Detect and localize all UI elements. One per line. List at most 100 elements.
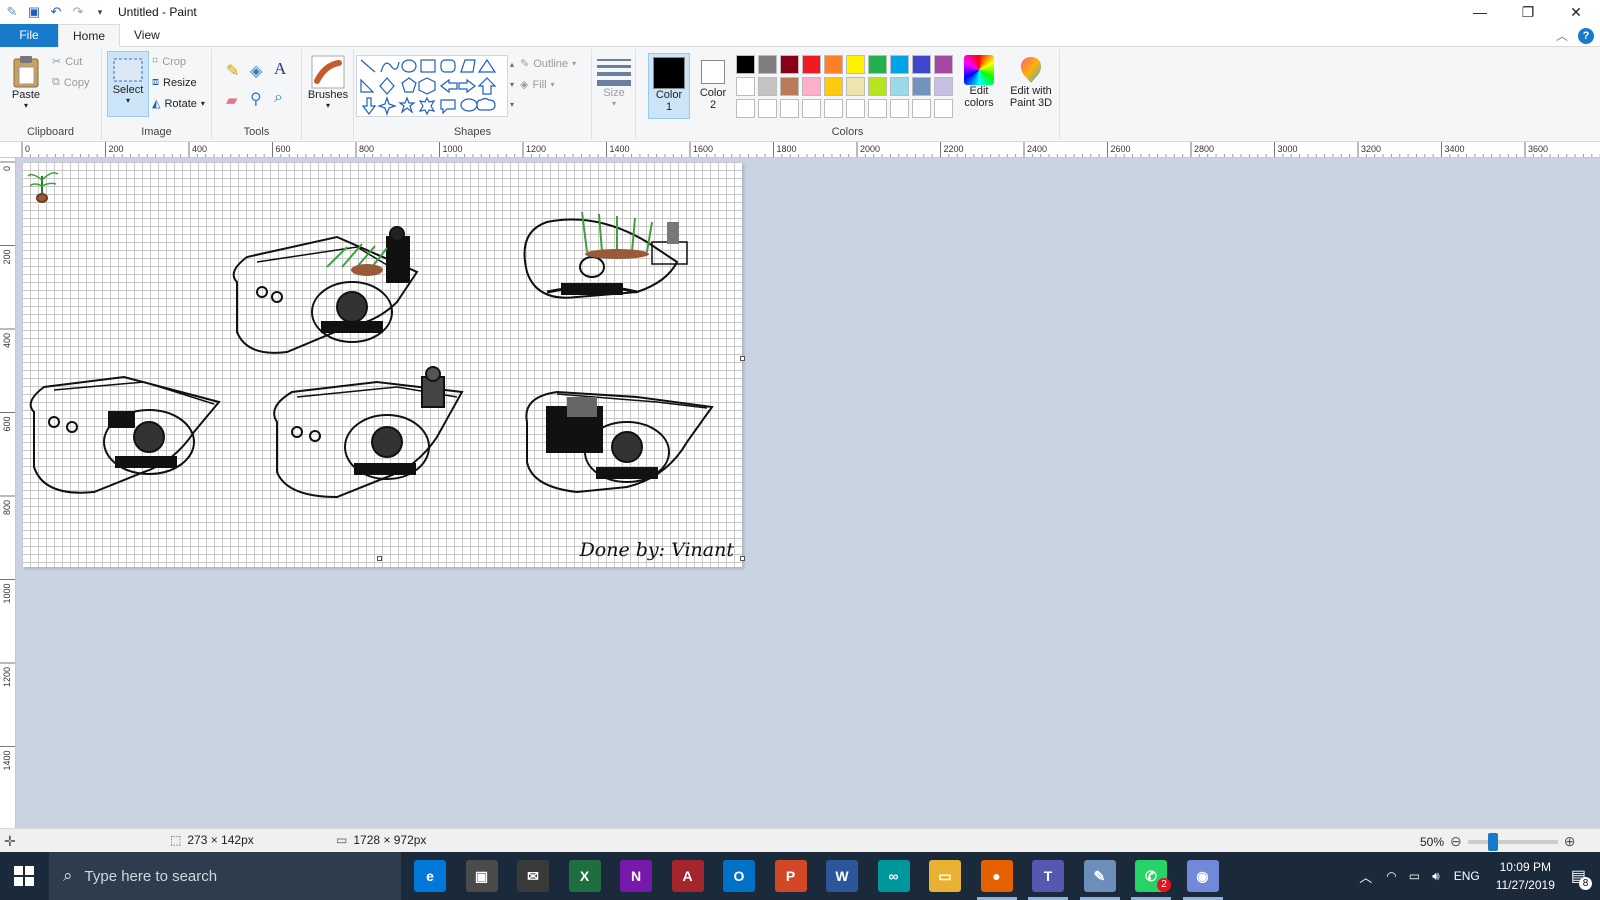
- palette-color-swatch[interactable]: [890, 77, 909, 96]
- edit-colors-button[interactable]: Edit colors: [958, 55, 1000, 109]
- palette-color-swatch[interactable]: [758, 77, 777, 96]
- tab-file[interactable]: File: [0, 24, 58, 47]
- pencil-icon[interactable]: ✎: [226, 61, 239, 81]
- color-picker-icon[interactable]: ⚲: [250, 89, 262, 109]
- taskbar-firefox-icon[interactable]: ●: [980, 860, 1013, 892]
- palette-color-swatch[interactable]: [736, 55, 755, 74]
- palette-color-swatch[interactable]: [780, 77, 799, 96]
- color1-button[interactable]: Color 1: [648, 53, 690, 119]
- taskbar-outlook-icon[interactable]: O: [723, 860, 755, 892]
- network-icon[interactable]: ◠: [1386, 869, 1396, 883]
- close-button[interactable]: ✕: [1552, 0, 1600, 24]
- show-hidden-icons[interactable]: ︿: [1359, 867, 1372, 886]
- palette-color-swatch[interactable]: [890, 99, 909, 118]
- palette-color-swatch[interactable]: [758, 55, 777, 74]
- palette-color-swatch[interactable]: [846, 55, 865, 74]
- resize-handle-bottom[interactable]: [377, 556, 382, 561]
- zoom-slider-thumb[interactable]: [1487, 832, 1498, 851]
- text-tool-icon[interactable]: A: [274, 59, 286, 79]
- save-icon[interactable]: ▣: [26, 4, 42, 20]
- select-button[interactable]: Select ▾: [107, 51, 149, 117]
- taskbar-access-icon[interactable]: A: [671, 860, 704, 892]
- palette-color-swatch[interactable]: [758, 99, 777, 118]
- palette-color-swatch[interactable]: [824, 99, 843, 118]
- palette-color-swatch[interactable]: [846, 77, 865, 96]
- palette-color-swatch[interactable]: [912, 55, 931, 74]
- zoom-out-icon[interactable]: ⊖: [1450, 833, 1462, 850]
- restore-button[interactable]: ❐: [1504, 0, 1552, 24]
- customize-quick-access-icon[interactable]: ▾: [92, 4, 108, 20]
- zoom-slider[interactable]: [1467, 832, 1558, 851]
- palette-color-swatch[interactable]: [780, 55, 799, 74]
- color2-button[interactable]: Color 2: [694, 57, 732, 111]
- taskbar-excel-icon[interactable]: X: [568, 860, 601, 892]
- ruler-label: 3400: [1445, 144, 1465, 154]
- palette-color-swatch[interactable]: [912, 99, 931, 118]
- paste-button[interactable]: Paste ▾: [8, 55, 44, 110]
- palette-color-swatch[interactable]: [736, 77, 755, 96]
- palette-color-swatch[interactable]: [890, 55, 909, 74]
- palette-color-swatch[interactable]: [802, 99, 821, 118]
- palette-color-swatch[interactable]: [934, 99, 953, 118]
- zoom-in-icon[interactable]: ⊕: [1564, 833, 1576, 850]
- taskbar-word-icon[interactable]: W: [826, 860, 858, 892]
- language-indicator[interactable]: ENG: [1454, 869, 1480, 883]
- taskbar-store-icon[interactable]: ▣: [465, 860, 498, 892]
- taskbar-onenote-icon[interactable]: N: [620, 860, 652, 892]
- palette-color-swatch[interactable]: [868, 77, 887, 96]
- minimize-button[interactable]: —: [1456, 0, 1504, 24]
- help-icon[interactable]: ?: [1578, 27, 1594, 44]
- cut-button[interactable]: ✂ Cut: [52, 55, 82, 69]
- crop-button[interactable]: ⌗ Crop: [152, 55, 186, 68]
- rotate-button[interactable]: ◭ Rotate ▾: [152, 97, 205, 111]
- palette-color-swatch[interactable]: [736, 99, 755, 118]
- palette-color-swatch[interactable]: [846, 99, 865, 118]
- palette-color-swatch[interactable]: [934, 55, 953, 74]
- taskbar-explorer-icon[interactable]: ▭: [929, 860, 961, 892]
- brushes-button[interactable]: Brushes ▾: [306, 55, 350, 110]
- palette-color-swatch[interactable]: [868, 99, 887, 118]
- shapes-gallery[interactable]: [356, 55, 508, 117]
- palette-color-swatch[interactable]: [868, 55, 887, 74]
- start-button[interactable]: [14, 866, 34, 889]
- taskbar-powerpoint-icon[interactable]: P: [774, 860, 807, 892]
- tab-home[interactable]: Home: [58, 24, 121, 47]
- magnifier-icon[interactable]: ⌕: [274, 89, 283, 107]
- fill-button[interactable]: ◈ Fill ▾: [520, 78, 555, 92]
- shapes-scroll[interactable]: ▴ ▾ ▾: [510, 55, 520, 117]
- tab-view[interactable]: View: [120, 24, 174, 47]
- outline-button[interactable]: ✎ Outline ▾: [520, 57, 576, 71]
- taskbar-search[interactable]: ⌕ Type here to search: [49, 852, 401, 900]
- palette-color-swatch[interactable]: [824, 55, 843, 74]
- resize-handle-corner[interactable]: [740, 556, 745, 561]
- taskbar-edge-icon[interactable]: e: [414, 860, 446, 892]
- size-button[interactable]: Size ▾: [596, 57, 632, 108]
- taskbar-arduino-icon[interactable]: ∞: [877, 860, 910, 892]
- undo-icon[interactable]: ↶: [48, 4, 64, 20]
- palette-color-swatch[interactable]: [802, 77, 821, 96]
- taskbar-discord-icon[interactable]: ◉: [1186, 860, 1219, 892]
- palette-color-swatch[interactable]: [934, 77, 953, 96]
- redo-icon[interactable]: ↷: [70, 4, 86, 20]
- battery-icon[interactable]: ▭: [1409, 869, 1420, 883]
- notifications-button[interactable]: ▤ 8: [1571, 866, 1592, 890]
- palette-color-swatch[interactable]: [780, 99, 799, 118]
- taskbar-teams-icon[interactable]: T: [1032, 860, 1064, 892]
- resize-button[interactable]: ⧈ Resize: [152, 76, 197, 89]
- taskbar-paint-icon[interactable]: ✎: [1083, 860, 1116, 892]
- volume-icon[interactable]: 🔊︎: [1432, 869, 1440, 884]
- minimize-ribbon-icon[interactable]: ︿: [1556, 27, 1568, 44]
- ruler-label: 800: [359, 144, 374, 154]
- palette-color-swatch[interactable]: [912, 77, 931, 96]
- paint-app-icon[interactable]: ✎: [4, 4, 20, 20]
- resize-handle-right[interactable]: [740, 356, 745, 361]
- taskbar-mail-icon[interactable]: ✉: [517, 860, 549, 892]
- clock[interactable]: 10:09 PM 11/27/2019: [1496, 858, 1555, 894]
- palette-color-swatch[interactable]: [802, 55, 821, 74]
- drawing-canvas[interactable]: Done by: Vinant: [22, 162, 742, 567]
- copy-button[interactable]: ⧉ Copy: [52, 76, 90, 89]
- edit-with-paint3d-button[interactable]: Edit with Paint 3D: [1004, 55, 1058, 109]
- fill-bucket-icon[interactable]: ◈: [250, 61, 262, 81]
- eraser-icon[interactable]: ▰: [226, 91, 238, 109]
- palette-color-swatch[interactable]: [824, 77, 843, 96]
